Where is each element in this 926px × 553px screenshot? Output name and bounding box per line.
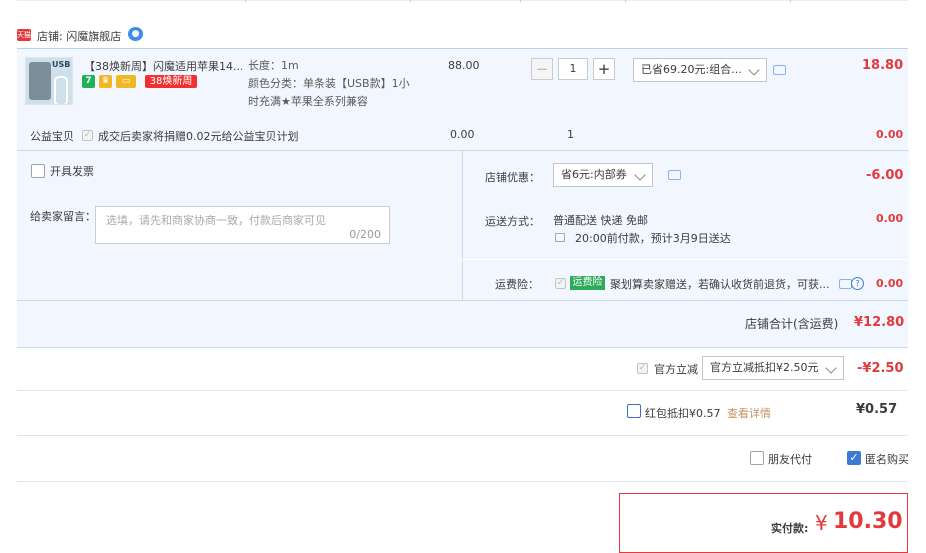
- charity-desc: 成交后卖家将捐赠0.02元给公益宝贝计划: [98, 130, 299, 143]
- official-discount-value: 官方立减抵扣¥2.50元: [710, 361, 819, 374]
- shop-discount-amount: -6.00: [866, 168, 904, 183]
- column-tick: [410, 0, 411, 2]
- shipping-label: 运送方式：: [485, 215, 540, 228]
- pay-amount: 10.30: [833, 509, 903, 534]
- column-tick: [790, 0, 791, 2]
- friend-pay-checkbox[interactable]: [750, 451, 764, 465]
- divider: [17, 481, 908, 482]
- unit-price: 88.00: [448, 59, 480, 72]
- insurance-badge: 运费险: [570, 276, 605, 290]
- column-tick: [625, 0, 626, 2]
- shield-icon: ♛: [99, 75, 112, 88]
- charity-qty: 1: [567, 128, 574, 141]
- shop-discount-label: 店铺优惠：: [485, 171, 540, 184]
- message-counter: 0/200: [349, 228, 381, 241]
- divider: [17, 435, 908, 436]
- shop-discount-value: 省6元:内部券: [561, 168, 627, 181]
- qty-input[interactable]: 1: [558, 58, 588, 80]
- top-divider: [17, 0, 908, 1]
- invoice-label: 开具发票: [50, 165, 94, 178]
- row-divider: [462, 259, 908, 260]
- card-icon: ▭: [116, 75, 136, 88]
- chevron-down-icon: [748, 64, 760, 76]
- pay-currency: ¥: [815, 511, 828, 535]
- official-discount-amount: -¥2.50: [857, 361, 904, 376]
- shop-name[interactable]: 店铺: 闪魔旗舰店: [37, 28, 121, 44]
- quantity-stepper: − 1 +: [531, 58, 616, 80]
- charity-checkbox[interactable]: ✓: [82, 130, 93, 141]
- hongbao-label: 红包抵扣¥0.57: [645, 407, 721, 420]
- friend-pay-label: 朋友代付: [768, 453, 812, 466]
- shipping-method: 普通配送 快递 免邮: [553, 214, 648, 227]
- charity-price: 0.00: [450, 128, 475, 141]
- anonymous-label: 匿名购买: [865, 453, 909, 466]
- invoice-checkbox[interactable]: [31, 164, 45, 178]
- product-thumbnail[interactable]: USB: [25, 57, 73, 105]
- divider: [17, 390, 908, 391]
- help-icon[interactable]: ?: [851, 277, 864, 290]
- chevron-down-icon: [825, 362, 837, 374]
- message-placeholder: 选填，请先和商家协商一致，付款后商家可见: [106, 214, 326, 227]
- message-label: 给卖家留言：: [30, 210, 96, 223]
- official-discount-label: 官方立减: [654, 363, 698, 376]
- attr-length: 长度：1m: [248, 59, 299, 72]
- shop-total-label: 店铺合计(含运费): [745, 317, 839, 331]
- charity-subtotal: 0.00: [876, 128, 904, 141]
- insurance-label: 运费险：: [495, 278, 539, 291]
- column-tick: [520, 0, 521, 2]
- item-discount-select[interactable]: 已省69.20元:组合...: [633, 58, 767, 82]
- seven-day-return-icon: 7: [82, 75, 95, 88]
- insurance-desc: 聚划算卖家赠送，若确认收货前退货，可获...: [610, 278, 830, 291]
- qty-decrease-button[interactable]: −: [531, 58, 553, 80]
- copy-icon: [555, 233, 565, 242]
- official-discount-select[interactable]: 官方立减抵扣¥2.50元: [702, 356, 844, 380]
- attr-color-line1: 颜色分类：单条装【USB款】1小: [248, 77, 410, 90]
- item-subtotal: 18.80: [862, 58, 904, 73]
- tmall-badge: 天猫: [17, 29, 31, 41]
- shipping-amount: 0.00: [876, 212, 904, 225]
- pay-label: 实付款:: [771, 522, 809, 535]
- column-tick: [245, 0, 246, 2]
- insurance-amount: 0.00: [876, 277, 904, 290]
- hongbao-checkbox[interactable]: [627, 404, 641, 418]
- seller-message-input[interactable]: 选填，请先和商家协商一致，付款后商家可见 0/200: [95, 206, 390, 244]
- charity-label: 公益宝贝: [30, 130, 74, 143]
- message-bubble-icon[interactable]: ●: [128, 27, 143, 41]
- promo-tag: 38焕新周: [145, 75, 197, 88]
- insurance-checkbox[interactable]: ✓: [555, 278, 566, 289]
- comment-icon[interactable]: [773, 65, 786, 75]
- official-discount-checkbox[interactable]: ✓: [637, 363, 648, 374]
- product-title[interactable]: 【38焕新周】闪魔适用苹果14...: [84, 58, 242, 74]
- shop-total-value: ¥12.80: [854, 315, 905, 330]
- shipping-eta: 20:00前付款，预计3月9日送达: [575, 232, 731, 245]
- qty-increase-button[interactable]: +: [593, 58, 615, 80]
- anonymous-checkbox[interactable]: ✓: [847, 451, 861, 465]
- item-discount-value: 已省69.20元:组合...: [641, 63, 742, 76]
- chevron-down-icon: [634, 169, 646, 181]
- hongbao-amount: ¥0.57: [856, 402, 898, 417]
- shop-discount-select[interactable]: 省6元:内部券: [553, 163, 653, 187]
- comment-icon[interactable]: [668, 170, 681, 180]
- hongbao-detail-link[interactable]: 查看详情: [727, 405, 771, 421]
- attr-color-line2: 时充满★苹果全系列兼容: [248, 95, 368, 108]
